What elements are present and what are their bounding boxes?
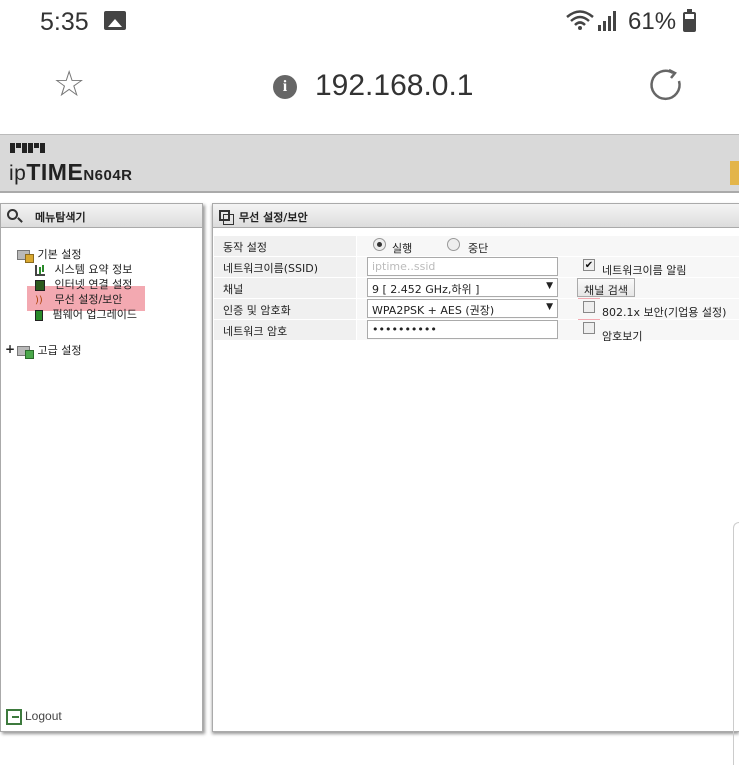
logout-link[interactable]: Logout (6, 709, 62, 725)
tree-basic-settings-label: 기본 설정 (37, 248, 82, 261)
scroll-edge (733, 522, 739, 765)
sidebar-item-system-summary[interactable]: 시스템 요약 정보 (35, 261, 133, 276)
dropdown-arrow-icon: ▼ (546, 281, 553, 291)
password-label: 네트워크 암호 (214, 320, 356, 340)
sidebar-item-label: 인터넷 연결 설정 (54, 278, 133, 291)
ssid-broadcast-checkbox[interactable]: ✔ (583, 259, 595, 271)
enterprise-security-checkbox[interactable] (583, 301, 595, 313)
password-input[interactable]: •••••••••• (367, 320, 558, 339)
folder-icon (17, 346, 34, 359)
operation-row: 동작 설정 실행 중단 (213, 236, 739, 257)
status-bar: 5:35 61% (0, 0, 739, 45)
router-header: ipTIMEN604R (0, 134, 739, 193)
sidebar-item-firmware[interactable]: 펌웨어 업그레이드 (35, 306, 137, 321)
expand-icon[interactable]: + (5, 342, 15, 356)
show-password-checkbox[interactable] (583, 322, 595, 334)
wireless-icon: )) (35, 294, 43, 306)
channel-label: 채널 (214, 278, 356, 298)
wireless-settings-title: 무선 설정/보안 (239, 211, 308, 224)
channel-row: 채널 9 [ 2.452 GHz,하위 ] ▼ 채널 검색 (213, 278, 739, 299)
battery-icon (683, 9, 696, 32)
folder-icon (17, 250, 34, 263)
router-logo: ipTIMEN604R (9, 159, 133, 185)
menu-explorer-panel: 메뉴탐색기 기본 설정 시스템 요약 정보 인터넷 연결 설정 )) 무선 설정… (0, 203, 203, 732)
info-icon[interactable]: i (273, 75, 297, 99)
logout-icon (6, 709, 22, 725)
auth-value: WPA2PSK + AES (권장) (372, 304, 495, 317)
sidebar-item-label: 시스템 요약 정보 (54, 263, 133, 276)
channel-value: 9 [ 2.452 GHz,하위 ] (372, 283, 480, 296)
tree-basic-settings[interactable]: 기본 설정 (17, 246, 82, 263)
channel-select[interactable]: 9 [ 2.452 GHz,하위 ] ▼ (367, 278, 558, 297)
tree-advanced-settings-label: 고급 설정 (37, 344, 82, 357)
ssid-row: 네트워크이름(SSID) iptime..ssid ✔ 네트워크이름 알림 (213, 257, 739, 278)
dropdown-arrow-icon: ▼ (546, 302, 553, 312)
sidebar-item-wireless[interactable]: )) 무선 설정/보안 (35, 291, 123, 306)
reload-icon[interactable] (648, 67, 684, 110)
sidebar-item-label: 무선 설정/보안 (54, 293, 123, 306)
wifi-icon (565, 9, 595, 36)
operation-off-radio[interactable] (447, 238, 460, 251)
auth-row: 인증 및 암호화 WPA2PSK + AES (권장) ▼ 802.1x 보안(기… (213, 299, 739, 320)
magnifier-icon (7, 209, 18, 220)
network-icon (35, 279, 45, 291)
sidebar-item-internet[interactable]: 인터넷 연결 설정 (35, 276, 133, 291)
auth-select[interactable]: WPA2PSK + AES (권장) ▼ (367, 299, 558, 318)
show-password-label: 암호보기 (602, 330, 643, 343)
menu-explorer-title: 메뉴탐색기 (35, 211, 86, 224)
bookmark-star-icon[interactable]: ☆ (53, 67, 85, 103)
logout-label: Logout (25, 709, 62, 724)
corner-badge (730, 161, 739, 185)
firmware-icon (35, 309, 43, 321)
ssid-input[interactable]: iptime..ssid (367, 257, 558, 276)
tree-advanced-settings[interactable]: + 고급 설정 (1, 342, 121, 359)
battery-percent: 61% (628, 8, 677, 35)
menu-explorer-header: 메뉴탐색기 (1, 204, 202, 228)
url-field[interactable]: 192.168.0.1 (315, 69, 473, 103)
logo-dots-icon (10, 143, 48, 153)
channel-search-button[interactable]: 채널 검색 (577, 278, 635, 297)
browser-address-bar: ☆ i 192.168.0.1 (0, 45, 739, 132)
enterprise-security-label: 802.1x 보안(기업용 설정) (602, 306, 727, 319)
ssid-label: 네트워크이름(SSID) (214, 257, 356, 277)
operation-on-label: 실행 (392, 242, 413, 255)
status-time: 5:35 (40, 8, 89, 36)
operation-on-radio[interactable] (373, 238, 386, 251)
chart-icon (35, 264, 45, 276)
wireless-settings-panel: 무선 설정/보안 동작 설정 실행 중단 네트워크이름(SSID) iptime… (212, 203, 739, 732)
operation-off-label: 중단 (468, 242, 489, 255)
window-icon (219, 210, 234, 225)
operation-label: 동작 설정 (214, 236, 356, 256)
signal-icon (598, 11, 620, 31)
wireless-settings-header: 무선 설정/보안 (213, 204, 739, 228)
auth-label: 인증 및 암호화 (214, 299, 356, 319)
gallery-icon (104, 11, 126, 30)
ssid-broadcast-label: 네트워크이름 알림 (602, 264, 687, 277)
sidebar-item-label: 펌웨어 업그레이드 (52, 308, 137, 321)
password-row: 네트워크 암호 •••••••••• 암호보기 (213, 320, 739, 344)
